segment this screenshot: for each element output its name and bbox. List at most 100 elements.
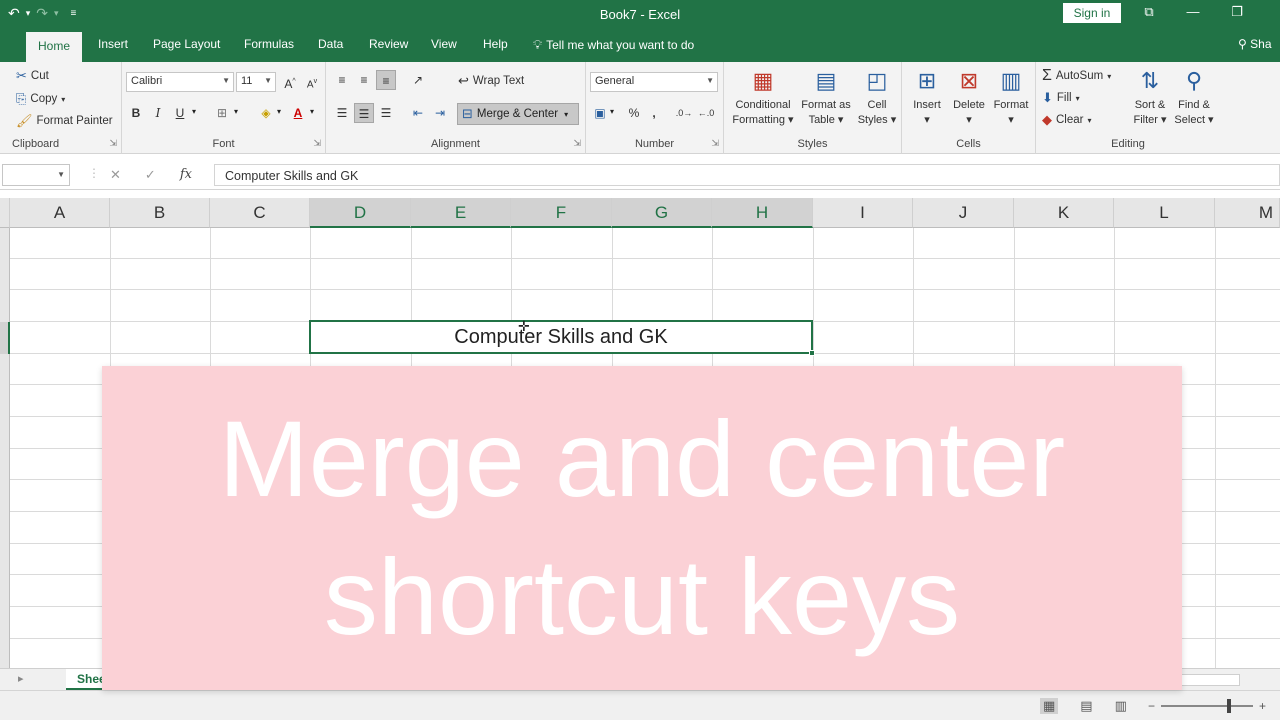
formula-input[interactable]: Computer Skills and GK bbox=[214, 164, 1280, 186]
clear-dropdown-icon[interactable]: ▾ bbox=[1087, 116, 1091, 125]
cell-styles-button[interactable]: ◰ Cell Styles ▾ bbox=[856, 66, 898, 128]
align-right-button[interactable]: ☰ bbox=[376, 103, 396, 123]
comma-style-button[interactable]: , bbox=[644, 103, 664, 123]
align-center-button[interactable]: ☰ bbox=[354, 103, 374, 123]
row-header-strip[interactable] bbox=[0, 228, 10, 668]
percent-style-button[interactable]: % bbox=[624, 103, 644, 123]
column-header-m[interactable]: M bbox=[1215, 198, 1280, 228]
format-as-table-button[interactable]: ▤ Format as Table ▾ bbox=[798, 66, 854, 128]
delete-cells-button[interactable]: ⊠ Delete ▾ bbox=[948, 66, 990, 128]
normal-view-icon[interactable]: ▦ bbox=[1040, 698, 1059, 714]
accounting-dropdown-icon[interactable]: ▾ bbox=[610, 107, 614, 116]
sort-filter-button[interactable]: ⇅ Sort & Filter ▾ bbox=[1128, 66, 1172, 128]
horizontal-scrollbar[interactable] bbox=[1180, 674, 1240, 686]
underline-button[interactable]: U bbox=[170, 103, 190, 123]
font-size-dropdown-icon[interactable]: ▼ bbox=[264, 76, 272, 85]
number-format-combo[interactable]: General ▼ bbox=[590, 72, 718, 92]
column-header-j[interactable]: J bbox=[913, 198, 1014, 228]
font-color-dropdown-icon[interactable]: ▾ bbox=[310, 107, 314, 116]
align-left-button[interactable]: ☰ bbox=[332, 103, 352, 123]
orientation-button[interactable]: ↗ bbox=[408, 70, 428, 90]
fill-dropdown-icon[interactable]: ▾ bbox=[1076, 94, 1080, 103]
autosum-dropdown-icon[interactable]: ▾ bbox=[1107, 72, 1111, 81]
alignment-launcher-icon[interactable]: ⇲ bbox=[573, 138, 581, 149]
bottom-align-button[interactable]: ≡ bbox=[376, 70, 396, 90]
name-box[interactable]: ▼ bbox=[2, 164, 70, 186]
zoom-out-icon[interactable]: − bbox=[1148, 699, 1155, 713]
font-launcher-icon[interactable]: ⇲ bbox=[313, 138, 321, 149]
fill-color-dropdown-icon[interactable]: ▾ bbox=[277, 107, 281, 116]
column-header-e[interactable]: E bbox=[411, 198, 511, 228]
decrease-indent-button[interactable]: ⇤ bbox=[408, 103, 428, 123]
find-select-button[interactable]: ⚲ Find & Select ▾ bbox=[1172, 66, 1216, 128]
column-header-a[interactable]: A bbox=[10, 198, 110, 228]
column-header-h[interactable]: H bbox=[712, 198, 813, 228]
underline-dropdown-icon[interactable]: ▾ bbox=[192, 107, 196, 116]
fill-handle[interactable] bbox=[809, 350, 815, 356]
clear-button[interactable]: ◆ Clear ▾ bbox=[1042, 112, 1092, 128]
top-align-button[interactable]: ≡ bbox=[332, 70, 352, 90]
select-all-corner[interactable] bbox=[0, 198, 10, 228]
fill-color-button[interactable]: ◈ bbox=[256, 103, 276, 123]
insert-cells-button[interactable]: ⊞ Insert ▾ bbox=[906, 66, 948, 128]
increase-indent-button[interactable]: ⇥ bbox=[430, 103, 450, 123]
autosum-button[interactable]: Σ AutoSum ▾ bbox=[1042, 67, 1111, 85]
insert-function-icon[interactable]: fx bbox=[180, 167, 192, 183]
grow-font-button[interactable]: A^ bbox=[280, 72, 300, 92]
merged-cell[interactable]: Computer Skills and GK bbox=[309, 320, 813, 354]
cut-button[interactable]: ✂ Cut bbox=[16, 68, 49, 84]
page-layout-view-icon[interactable]: ▤ bbox=[1080, 698, 1092, 714]
tab-data[interactable]: Data bbox=[318, 37, 343, 51]
minimize-icon[interactable]: — bbox=[1184, 4, 1202, 20]
font-name-combo[interactable]: Calibri ▼ bbox=[126, 72, 234, 92]
format-cells-button[interactable]: ▥ Format ▾ bbox=[990, 66, 1032, 128]
merge-center-dropdown-icon[interactable]: ▾ bbox=[564, 110, 568, 119]
italic-button[interactable]: I bbox=[148, 103, 168, 123]
number-launcher-icon[interactable]: ⇲ bbox=[711, 138, 719, 149]
font-size-combo[interactable]: 11 ▼ bbox=[236, 72, 276, 92]
borders-button[interactable]: ⊞ bbox=[212, 103, 232, 123]
format-painter-button[interactable]: 🖌︎ Format Painter bbox=[16, 113, 113, 129]
column-header-b[interactable]: B bbox=[110, 198, 210, 228]
shrink-font-button[interactable]: Av bbox=[302, 72, 322, 92]
fill-button[interactable]: ⬇ Fill ▾ bbox=[1042, 90, 1080, 106]
column-header-l[interactable]: L bbox=[1114, 198, 1215, 228]
enter-icon[interactable]: ✓ bbox=[145, 167, 156, 183]
tell-me-search[interactable]: 💡︎ Tell me what you want to do bbox=[533, 37, 694, 53]
clipboard-launcher-icon[interactable]: ⇲ bbox=[109, 138, 117, 149]
font-name-dropdown-icon[interactable]: ▼ bbox=[222, 76, 230, 85]
sheet-nav-icon[interactable]: ▸ bbox=[18, 672, 24, 685]
copy-button[interactable]: ⎘ Copy ▾ bbox=[16, 91, 65, 107]
tab-home[interactable]: Home bbox=[26, 32, 83, 62]
cancel-icon[interactable]: ✕ bbox=[110, 167, 121, 183]
tab-help[interactable]: Help bbox=[483, 37, 508, 51]
column-header-k[interactable]: K bbox=[1014, 198, 1114, 228]
zoom-slider[interactable] bbox=[1161, 699, 1254, 713]
borders-dropdown-icon[interactable]: ▾ bbox=[234, 107, 238, 116]
tab-review[interactable]: Review bbox=[369, 37, 408, 51]
copy-dropdown-icon[interactable]: ▾ bbox=[61, 95, 65, 104]
tab-view[interactable]: View bbox=[431, 37, 457, 51]
bold-button[interactable]: B bbox=[126, 103, 146, 123]
decrease-decimal-button[interactable]: ←.0 bbox=[696, 103, 716, 123]
column-header-c[interactable]: C bbox=[210, 198, 310, 228]
column-header-i[interactable]: I bbox=[813, 198, 913, 228]
number-format-dropdown-icon[interactable]: ▼ bbox=[706, 76, 714, 85]
tab-insert[interactable]: Insert bbox=[98, 37, 128, 51]
zoom-slider-thumb[interactable] bbox=[1227, 699, 1232, 713]
share-button[interactable]: ⚲ Sha bbox=[1238, 37, 1272, 51]
tab-formulas[interactable]: Formulas bbox=[244, 37, 294, 51]
sign-in-button[interactable]: Sign in bbox=[1063, 3, 1121, 23]
tab-page-layout[interactable]: Page Layout bbox=[153, 37, 220, 51]
column-header-g[interactable]: G bbox=[612, 198, 712, 228]
selected-row-header[interactable] bbox=[0, 322, 10, 354]
page-break-view-icon[interactable]: ▥ bbox=[1115, 698, 1127, 714]
wrap-text-button[interactable]: ↩ Wrap Text bbox=[458, 73, 524, 89]
increase-decimal-button[interactable]: .0→ bbox=[674, 103, 694, 123]
accounting-format-button[interactable]: ▣ bbox=[590, 103, 610, 123]
merge-center-button[interactable]: ⊟ Merge & Center ▾ bbox=[457, 103, 579, 125]
name-box-dropdown-icon[interactable]: ▼ bbox=[57, 170, 65, 179]
conditional-formatting-button[interactable]: ▦ Conditional Formatting ▾ bbox=[730, 66, 796, 128]
column-header-f[interactable]: F bbox=[511, 198, 612, 228]
middle-align-button[interactable]: ≡ bbox=[354, 70, 374, 90]
